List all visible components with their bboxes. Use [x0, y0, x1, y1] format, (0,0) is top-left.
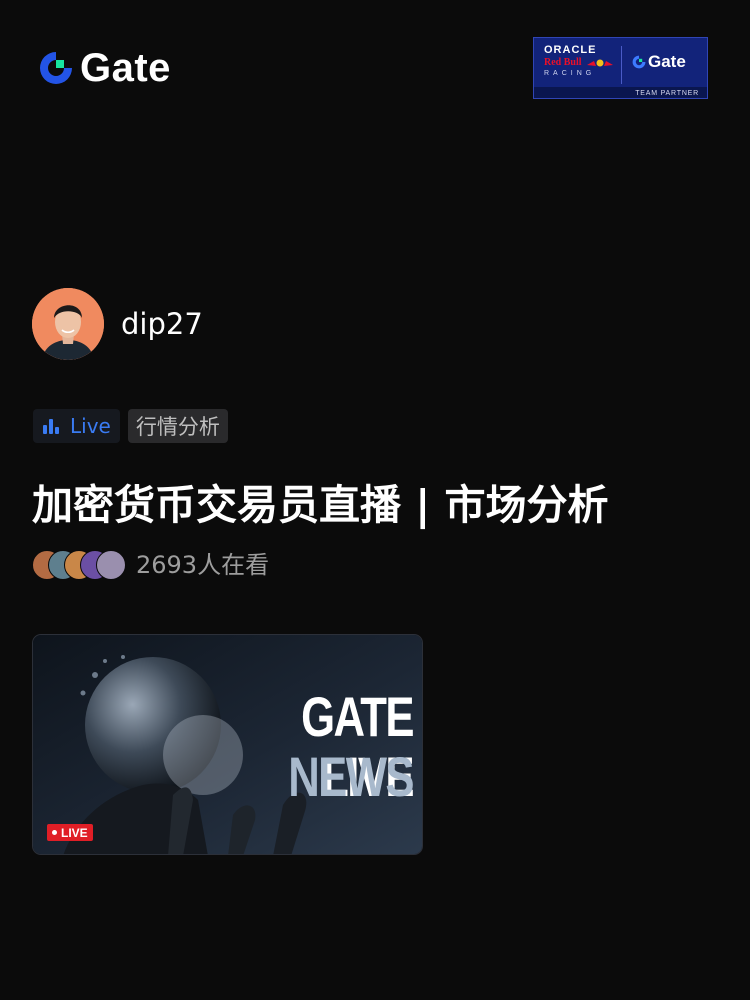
thumbnail-headline-2: NEWS	[288, 745, 414, 808]
streamer-avatar[interactable]	[32, 288, 104, 360]
gate-logo-icon	[40, 52, 72, 84]
stream-thumbnail[interactable]: GATE LIVE NEWS LIVE	[32, 634, 423, 855]
gate-logo-text: Gate	[80, 46, 171, 90]
badge-gate-text: Gate	[648, 52, 686, 71]
badge-gate-logo: Gate	[631, 52, 686, 72]
live-tag-label: Live	[70, 414, 111, 438]
viewer-info: 2693人在看	[32, 550, 269, 580]
bar-chart-icon	[43, 419, 59, 434]
avatar-image	[32, 288, 104, 360]
live-badge: LIVE	[47, 824, 93, 841]
live-dot-icon	[52, 830, 57, 835]
oracle-wordmark: ORACLE	[544, 44, 597, 56]
team-partner-badge: ORACLE Red Bull RACING Gate TEAM PARTNER	[533, 37, 708, 99]
stream-tags: Live 行情分析	[33, 409, 228, 443]
gate-logo-icon	[632, 55, 646, 69]
stream-title: 加密货币交易员直播 | 市场分析	[32, 481, 609, 529]
redbull-wordmark: Red Bull	[544, 57, 582, 68]
badge-divider	[621, 46, 622, 84]
live-badge-label: LIVE	[61, 825, 88, 840]
team-partner-label: TEAM PARTNER	[635, 90, 699, 97]
streamer-username[interactable]: dip27	[121, 306, 203, 342]
viewer-count: 2693人在看	[136, 551, 270, 579]
viewer-avatar	[96, 550, 126, 580]
racing-wordmark: RACING	[544, 70, 596, 77]
badge-strip: TEAM PARTNER	[534, 87, 707, 98]
category-tag[interactable]: 行情分析	[127, 409, 228, 443]
viewer-avatars	[32, 550, 128, 580]
live-tag[interactable]: Live	[33, 409, 120, 443]
redbull-icon	[587, 59, 613, 67]
gate-logo: Gate	[36, 48, 171, 88]
